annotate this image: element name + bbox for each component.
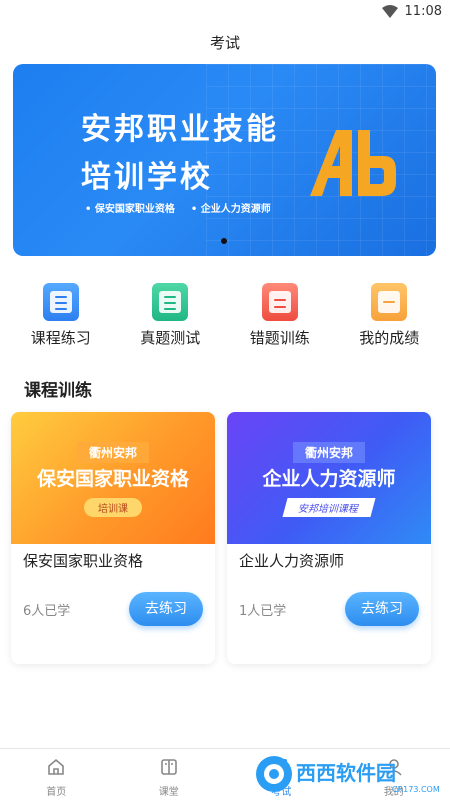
watermark-subtext: CR173.COM [392, 785, 440, 794]
banner-title-line1: 安邦职业技能 [81, 112, 279, 147]
course-thumbnail: 衢州安邦 企业人力资源师 安邦培训课程 [227, 412, 431, 544]
quick-links: 课程练习 真题测试 错题训练 我的成绩 [0, 283, 450, 353]
score-icon [371, 283, 408, 321]
thumbnail-title: 保安国家职业资格 [36, 468, 189, 490]
tab-label: 首页 [46, 787, 67, 798]
thumbnail-title: 企业人力资源师 [262, 468, 396, 490]
banner-tags: 保安国家职业资格 企业人力资源师 [85, 200, 271, 215]
page-title: 考试 [209, 34, 240, 52]
banner-tag: 保安国家职业资格 [85, 200, 175, 215]
anbang-logo-icon [310, 130, 396, 196]
thumbnail-pill: 安邦培训课程 [282, 498, 376, 517]
course-list: 衢州安邦 保安国家职业资格 培训课 保安国家职业资格 6人已学 去练习 衢州安邦… [11, 412, 439, 664]
carousel-indicator[interactable] [221, 238, 227, 244]
book-icon [160, 759, 177, 775]
course-card[interactable]: 衢州安邦 企业人力资源师 安邦培训课程 企业人力资源师 1人已学 去练习 [227, 412, 431, 664]
course-name: 保安国家职业资格 [23, 552, 144, 570]
exam-test-icon [152, 283, 189, 321]
banner-title-line2: 培训学校 [81, 160, 213, 195]
status-bar: 11:08 [0, 0, 450, 24]
wifi-icon [382, 5, 398, 18]
tab-classroom[interactable]: 课堂 [113, 749, 226, 800]
course-card[interactable]: 衢州安邦 保安国家职业资格 培训课 保安国家职业资格 6人已学 去练习 [11, 412, 215, 664]
promo-banner[interactable]: 安邦职业技能 培训学校 保安国家职业资格 企业人力资源师 [13, 64, 436, 256]
practice-button[interactable]: 去练习 [129, 592, 203, 626]
thumbnail-subtitle: 衢州安邦 [76, 442, 150, 463]
watermark-text: 西西软件园 [296, 761, 396, 785]
quick-link-course-practice[interactable]: 课程练习 [6, 283, 116, 353]
quick-link-label: 真题测试 [140, 329, 201, 347]
home-icon [48, 758, 65, 775]
quick-link-exam-test[interactable]: 真题测试 [116, 283, 226, 353]
course-name: 企业人力资源师 [239, 552, 345, 570]
section-title: 课程训练 [24, 381, 92, 401]
course-practice-icon [42, 283, 79, 321]
quick-link-wrong-question[interactable]: 错题训练 [225, 283, 335, 353]
banner-tag: 企业人力资源师 [191, 200, 271, 215]
thumbnail-pill: 培训课 [84, 498, 142, 517]
quick-link-label: 课程练习 [30, 329, 91, 347]
course-thumbnail: 衢州安邦 保安国家职业资格 培训课 [11, 412, 215, 544]
quick-link-my-score[interactable]: 我的成绩 [335, 283, 445, 353]
practice-button[interactable]: 去练习 [345, 592, 419, 626]
learner-count: 1人已学 [239, 604, 287, 619]
quick-link-label: 我的成绩 [359, 329, 420, 347]
tab-home[interactable]: 首页 [0, 749, 113, 800]
quick-link-label: 错题训练 [249, 329, 310, 347]
thumbnail-subtitle: 衢州安邦 [292, 442, 366, 463]
wrong-question-icon [261, 283, 298, 321]
learner-count: 6人已学 [23, 604, 71, 619]
status-time: 11:08 [404, 4, 442, 19]
site-watermark-logo: 西西软件园 CR173.COM [256, 756, 440, 794]
tab-label: 课堂 [158, 787, 179, 798]
